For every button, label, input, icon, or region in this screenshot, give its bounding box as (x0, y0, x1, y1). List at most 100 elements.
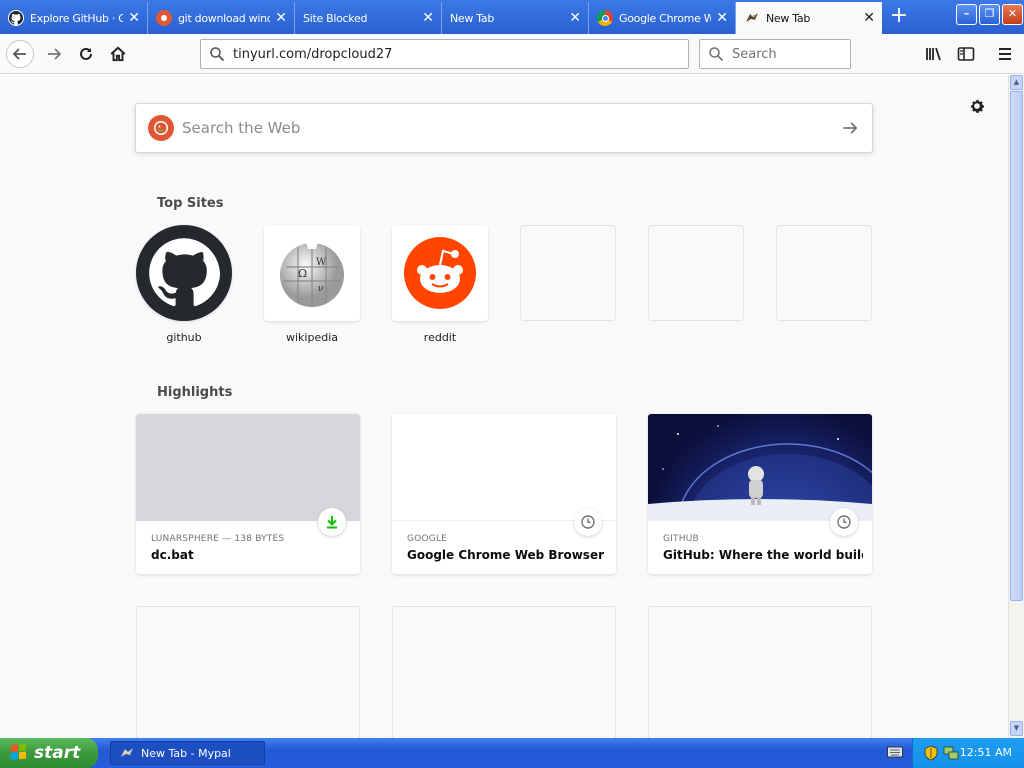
dragon-favicon-icon (744, 10, 760, 26)
reddit-logo-icon (392, 225, 488, 321)
scroll-up-icon[interactable]: ▲ (1010, 75, 1023, 90)
wikipedia-logo-icon: Ω W ν (264, 225, 360, 321)
scroll-down-icon[interactable]: ▼ (1010, 721, 1023, 736)
github-logo-icon (136, 225, 232, 321)
svg-text:Ω: Ω (298, 267, 307, 280)
url-bar[interactable]: tinyurl.com/dropcloud27 (200, 39, 689, 69)
empty-tile (648, 225, 744, 321)
highlight-placeholder (648, 606, 872, 738)
minimize-icon[interactable]: – (956, 4, 977, 25)
gear-icon[interactable] (966, 95, 988, 117)
card-context: LUNARSPHERE — 138 BYTES (151, 534, 285, 544)
clock-icon (830, 508, 858, 536)
mypal-icon (119, 745, 135, 761)
taskbar: start New Tab - Mypal 12:51 AM (0, 738, 1024, 768)
close-icon[interactable]: ✕ (715, 10, 729, 26)
highlight-placeholder (136, 606, 360, 738)
highlight-card-google[interactable]: GOOGLE Google Chrome Web Browser (392, 414, 616, 574)
tab-title: New Tab (766, 11, 811, 25)
hamburger-menu-icon[interactable] (991, 40, 1019, 68)
download-icon (318, 508, 346, 536)
tab-title: git download windows (178, 11, 270, 25)
svg-text:ν: ν (318, 284, 323, 294)
start-label: start (34, 743, 81, 763)
forward-icon[interactable] (40, 40, 68, 68)
card-title: GitHub: Where the world builds ... (663, 548, 863, 562)
close-icon[interactable]: ✕ (862, 10, 876, 26)
top-sites-heading: Top Sites (157, 196, 224, 211)
tab-site-blocked[interactable]: Site Blocked ✕ (295, 2, 442, 34)
duckduckgo-logo-icon (148, 115, 174, 141)
arrow-right-icon[interactable] (828, 104, 872, 152)
tab-new-tab-active[interactable]: New Tab ✕ (736, 2, 882, 34)
highlight-card-github[interactable]: GITHUB GitHub: Where the world builds ..… (648, 414, 872, 574)
navigation-toolbar: tinyurl.com/dropcloud27 Search (0, 34, 1024, 74)
search-bar[interactable]: Search (699, 39, 851, 69)
card-preview (392, 414, 616, 521)
top-site-reddit[interactable]: reddit (392, 225, 488, 344)
card-title: dc.bat (151, 548, 194, 562)
card-title: Google Chrome Web Browser (407, 548, 604, 562)
top-site-empty (776, 225, 872, 321)
close-icon[interactable]: ✕ (127, 10, 141, 26)
keyboard-icon[interactable] (887, 746, 903, 758)
close-icon[interactable]: ✕ (568, 10, 582, 26)
highlights-heading: Highlights (157, 385, 233, 400)
tab-explore-github[interactable]: Explore GitHub · GitHub ✕ (0, 2, 148, 34)
top-site-empty (648, 225, 744, 321)
security-shield-icon[interactable] (923, 745, 939, 761)
card-context: GOOGLE (407, 534, 448, 544)
close-icon[interactable]: ✕ (274, 10, 288, 26)
search-icon (709, 47, 724, 62)
vertical-scrollbar[interactable]: ▲ ▼ (1008, 75, 1024, 738)
chrome-favicon-icon (597, 10, 613, 26)
sidebar-toggle-icon[interactable] (952, 40, 980, 68)
clock: 12:51 AM (959, 746, 1012, 759)
close-window-icon[interactable]: ✕ (1002, 4, 1023, 25)
tab-new-tab[interactable]: New Tab ✕ (442, 2, 589, 34)
top-site-label: wikipedia (285, 331, 338, 344)
card-preview-space-image (648, 414, 872, 521)
highlight-placeholder (392, 606, 616, 738)
empty-tile (520, 225, 616, 321)
search-placeholder: Search (732, 46, 777, 62)
taskbar-item-label: New Tab - Mypal (141, 746, 231, 760)
tab-git-download[interactable]: git download windows ✕ (148, 2, 295, 34)
close-icon[interactable]: ✕ (421, 10, 435, 26)
tab-google-chrome[interactable]: Google Chrome Web Browser ✕ (589, 2, 736, 34)
duckduckgo-favicon-icon (156, 10, 172, 26)
network-icon[interactable] (943, 745, 959, 761)
tab-strip: Explore GitHub · GitHub ✕ git download w… (0, 0, 1024, 34)
new-tab-page: Search the Web Top Sites github Ω W ν wi… (0, 75, 1008, 738)
top-site-wikipedia[interactable]: Ω W ν wikipedia (264, 225, 360, 344)
tab-title: Google Chrome Web Browser (619, 11, 711, 25)
card-context: GITHUB (663, 534, 699, 544)
tab-title: New Tab (450, 11, 495, 25)
system-tray: 12:51 AM (887, 738, 1024, 768)
tab-title: Site Blocked (303, 11, 368, 25)
back-icon[interactable] (6, 40, 34, 68)
top-site-label: reddit (423, 331, 457, 344)
scroll-thumb[interactable] (1010, 91, 1023, 601)
search-icon (210, 47, 225, 62)
card-preview (136, 414, 360, 521)
top-site-label: github (166, 331, 202, 344)
windows-logo-icon (10, 743, 28, 762)
top-site-github[interactable]: github (136, 225, 232, 344)
home-icon[interactable] (104, 40, 132, 68)
clock-icon (574, 508, 602, 536)
top-site-empty (520, 225, 616, 321)
tab-title: Explore GitHub · GitHub (30, 11, 123, 25)
reload-icon[interactable] (72, 40, 100, 68)
restore-icon[interactable]: ❐ (979, 4, 1000, 25)
empty-tile (776, 225, 872, 321)
library-icon[interactable] (920, 40, 948, 68)
new-tab-plus-icon[interactable]: + (884, 4, 914, 30)
start-button[interactable]: start (0, 738, 98, 768)
highlight-card-download[interactable]: LUNARSPHERE — 138 BYTES dc.bat (136, 414, 360, 574)
web-search-box[interactable]: Search the Web (135, 103, 873, 153)
taskbar-item-mypal[interactable]: New Tab - Mypal (110, 741, 265, 765)
github-favicon-icon (8, 10, 24, 26)
svg-text:W: W (316, 257, 327, 268)
url-text: tinyurl.com/dropcloud27 (233, 46, 393, 62)
